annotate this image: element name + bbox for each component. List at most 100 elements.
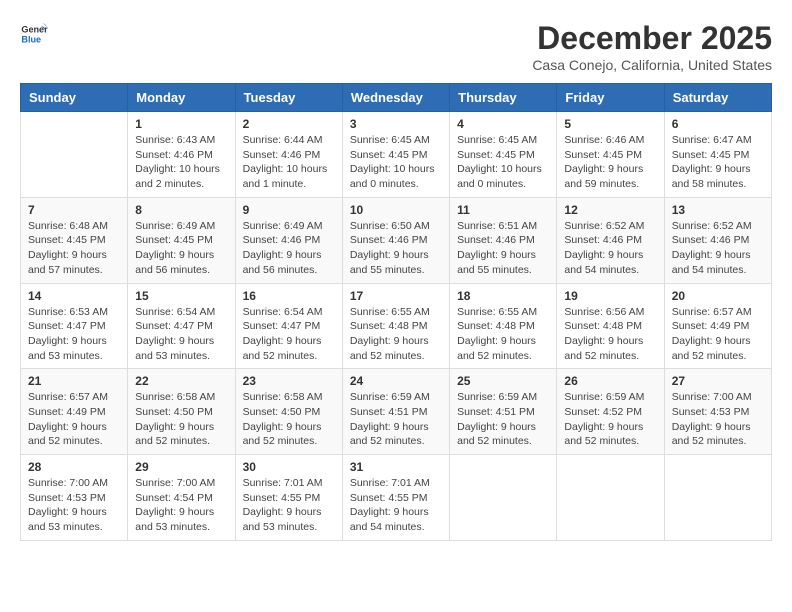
table-row: 13 Sunrise: 6:52 AM Sunset: 4:46 PM Dayl… [664,197,771,283]
table-row: 6 Sunrise: 6:47 AM Sunset: 4:45 PM Dayli… [664,112,771,198]
sunset-text: Sunset: 4:55 PM [350,492,428,504]
daylight-text: Daylight: 9 hours and 55 minutes. [457,249,536,276]
day-number: 16 [243,289,335,303]
sunrise-text: Sunrise: 6:44 AM [243,134,323,146]
table-row: 24 Sunrise: 6:59 AM Sunset: 4:51 PM Dayl… [342,369,449,455]
daylight-text: Daylight: 9 hours and 58 minutes. [672,163,751,190]
daylight-text: Daylight: 9 hours and 53 minutes. [28,335,107,362]
header-saturday: Saturday [664,84,771,112]
svg-text:Blue: Blue [21,34,41,44]
table-row: 20 Sunrise: 6:57 AM Sunset: 4:49 PM Dayl… [664,283,771,369]
daylight-text: Daylight: 9 hours and 52 minutes. [564,335,643,362]
sunrise-text: Sunrise: 6:47 AM [672,134,752,146]
table-row [21,112,128,198]
sunset-text: Sunset: 4:46 PM [350,234,428,246]
table-row: 11 Sunrise: 6:51 AM Sunset: 4:46 PM Dayl… [450,197,557,283]
day-number: 31 [350,460,442,474]
table-row: 22 Sunrise: 6:58 AM Sunset: 4:50 PM Dayl… [128,369,235,455]
header: General Blue December 2025 Casa Conejo, … [20,20,772,73]
daylight-text: Daylight: 10 hours and 2 minutes. [135,163,220,190]
table-row: 23 Sunrise: 6:58 AM Sunset: 4:50 PM Dayl… [235,369,342,455]
sunrise-text: Sunrise: 6:49 AM [243,220,323,232]
table-row: 5 Sunrise: 6:46 AM Sunset: 4:45 PM Dayli… [557,112,664,198]
table-row: 25 Sunrise: 6:59 AM Sunset: 4:51 PM Dayl… [450,369,557,455]
day-number: 13 [672,203,764,217]
table-row: 10 Sunrise: 6:50 AM Sunset: 4:46 PM Dayl… [342,197,449,283]
day-number: 6 [672,117,764,131]
day-number: 26 [564,374,656,388]
calendar-week-row: 7 Sunrise: 6:48 AM Sunset: 4:45 PM Dayli… [21,197,772,283]
day-info: Sunrise: 6:58 AM Sunset: 4:50 PM Dayligh… [135,390,227,449]
logo: General Blue [20,20,48,48]
sunrise-text: Sunrise: 6:57 AM [672,306,752,318]
table-row: 7 Sunrise: 6:48 AM Sunset: 4:45 PM Dayli… [21,197,128,283]
daylight-text: Daylight: 9 hours and 55 minutes. [350,249,429,276]
daylight-text: Daylight: 9 hours and 56 minutes. [243,249,322,276]
daylight-text: Daylight: 10 hours and 0 minutes. [457,163,542,190]
daylight-text: Daylight: 9 hours and 52 minutes. [672,335,751,362]
svg-text:General: General [21,25,48,35]
table-row: 21 Sunrise: 6:57 AM Sunset: 4:49 PM Dayl… [21,369,128,455]
calendar-week-row: 21 Sunrise: 6:57 AM Sunset: 4:49 PM Dayl… [21,369,772,455]
day-info: Sunrise: 7:00 AM Sunset: 4:53 PM Dayligh… [672,390,764,449]
day-info: Sunrise: 7:00 AM Sunset: 4:53 PM Dayligh… [28,476,120,535]
day-info: Sunrise: 6:55 AM Sunset: 4:48 PM Dayligh… [457,305,549,364]
day-number: 7 [28,203,120,217]
daylight-text: Daylight: 9 hours and 57 minutes. [28,249,107,276]
sunset-text: Sunset: 4:48 PM [350,320,428,332]
day-number: 3 [350,117,442,131]
day-info: Sunrise: 6:59 AM Sunset: 4:51 PM Dayligh… [457,390,549,449]
table-row: 16 Sunrise: 6:54 AM Sunset: 4:47 PM Dayl… [235,283,342,369]
day-info: Sunrise: 6:49 AM Sunset: 4:45 PM Dayligh… [135,219,227,278]
header-sunday: Sunday [21,84,128,112]
day-info: Sunrise: 7:01 AM Sunset: 4:55 PM Dayligh… [350,476,442,535]
table-row: 29 Sunrise: 7:00 AM Sunset: 4:54 PM Dayl… [128,455,235,541]
sunrise-text: Sunrise: 6:48 AM [28,220,108,232]
table-row: 2 Sunrise: 6:44 AM Sunset: 4:46 PM Dayli… [235,112,342,198]
table-row: 28 Sunrise: 7:00 AM Sunset: 4:53 PM Dayl… [21,455,128,541]
sunrise-text: Sunrise: 6:45 AM [350,134,430,146]
sunset-text: Sunset: 4:48 PM [564,320,642,332]
table-row: 12 Sunrise: 6:52 AM Sunset: 4:46 PM Dayl… [557,197,664,283]
sunset-text: Sunset: 4:46 PM [243,149,321,161]
day-info: Sunrise: 6:48 AM Sunset: 4:45 PM Dayligh… [28,219,120,278]
day-number: 29 [135,460,227,474]
table-row: 4 Sunrise: 6:45 AM Sunset: 4:45 PM Dayli… [450,112,557,198]
day-number: 8 [135,203,227,217]
day-number: 18 [457,289,549,303]
day-info: Sunrise: 6:46 AM Sunset: 4:45 PM Dayligh… [564,133,656,192]
day-number: 28 [28,460,120,474]
daylight-text: Daylight: 9 hours and 54 minutes. [350,506,429,533]
daylight-text: Daylight: 9 hours and 52 minutes. [135,421,214,448]
day-number: 23 [243,374,335,388]
sunset-text: Sunset: 4:45 PM [672,149,750,161]
daylight-text: Daylight: 9 hours and 54 minutes. [564,249,643,276]
day-info: Sunrise: 6:45 AM Sunset: 4:45 PM Dayligh… [350,133,442,192]
calendar: Sunday Monday Tuesday Wednesday Thursday… [20,83,772,541]
day-number: 17 [350,289,442,303]
sunrise-text: Sunrise: 6:53 AM [28,306,108,318]
calendar-week-row: 1 Sunrise: 6:43 AM Sunset: 4:46 PM Dayli… [21,112,772,198]
table-row: 14 Sunrise: 6:53 AM Sunset: 4:47 PM Dayl… [21,283,128,369]
day-info: Sunrise: 6:50 AM Sunset: 4:46 PM Dayligh… [350,219,442,278]
title-area: December 2025 Casa Conejo, California, U… [532,20,772,73]
table-row: 8 Sunrise: 6:49 AM Sunset: 4:45 PM Dayli… [128,197,235,283]
sunset-text: Sunset: 4:49 PM [28,406,106,418]
daylight-text: Daylight: 9 hours and 53 minutes. [243,506,322,533]
daylight-text: Daylight: 9 hours and 59 minutes. [564,163,643,190]
sunrise-text: Sunrise: 7:01 AM [243,477,323,489]
day-info: Sunrise: 6:53 AM Sunset: 4:47 PM Dayligh… [28,305,120,364]
table-row: 19 Sunrise: 6:56 AM Sunset: 4:48 PM Dayl… [557,283,664,369]
table-row [664,455,771,541]
daylight-text: Daylight: 9 hours and 54 minutes. [672,249,751,276]
day-info: Sunrise: 6:44 AM Sunset: 4:46 PM Dayligh… [243,133,335,192]
sunrise-text: Sunrise: 6:55 AM [350,306,430,318]
header-thursday: Thursday [450,84,557,112]
table-row: 3 Sunrise: 6:45 AM Sunset: 4:45 PM Dayli… [342,112,449,198]
day-info: Sunrise: 6:52 AM Sunset: 4:46 PM Dayligh… [564,219,656,278]
day-number: 21 [28,374,120,388]
sunrise-text: Sunrise: 7:00 AM [672,391,752,403]
day-number: 27 [672,374,764,388]
day-number: 11 [457,203,549,217]
sunset-text: Sunset: 4:46 PM [457,234,535,246]
